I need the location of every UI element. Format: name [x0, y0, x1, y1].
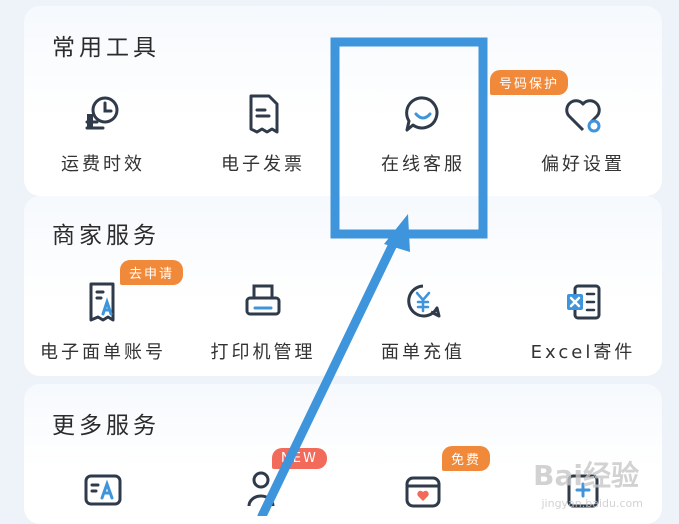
watermark-url: jingyan.baidu.com: [541, 497, 643, 510]
tool-label: 在线客服: [381, 154, 465, 175]
tool-online-service[interactable]: 在线客服: [348, 92, 498, 176]
waybill-account-icon: [89, 282, 115, 322]
tool-label: Excel寄件: [530, 342, 636, 363]
tool-id-card[interactable]: [28, 468, 178, 512]
chat-service-icon: [405, 96, 439, 132]
printer-icon: [245, 284, 281, 316]
excel-icon: [567, 284, 601, 320]
section-title-merchant-services: 商家服务: [52, 223, 160, 249]
heart-settings-icon: [565, 99, 601, 133]
tool-freight-time[interactable]: 运费时效: [28, 92, 178, 176]
merchant-services-card: 商家服务 电子面单账号 去申请 打印机管理 面单充值 Excel寄件: [24, 196, 662, 376]
id-card-icon: [84, 474, 122, 506]
tool-label: 面单充值: [381, 342, 465, 363]
tool-waybill-account[interactable]: 电子面单账号: [28, 280, 178, 364]
tool-printer-management[interactable]: 打印机管理: [188, 280, 338, 364]
section-title-more-services: 更多服务: [52, 413, 160, 439]
person-icon: [247, 471, 275, 507]
badge-apply[interactable]: 去申请: [120, 260, 184, 285]
tool-e-invoice[interactable]: 电子发票: [188, 92, 338, 176]
tool-label: 电子发票: [221, 154, 305, 175]
tool-label: 运费时效: [61, 154, 145, 175]
invoice-icon: [249, 94, 279, 134]
tool-label: 电子面单账号: [40, 342, 166, 363]
gift-box-icon: [405, 476, 441, 508]
watermark-logo: Bai经验: [533, 459, 639, 492]
badge-free: 免费: [442, 446, 491, 471]
badge-number-protection: 号码保护: [490, 70, 569, 95]
common-tools-card: 常用工具 运费时效 电子发票 在线客服 偏好设置 号码保护: [24, 6, 662, 196]
tool-label: 打印机管理: [210, 342, 316, 363]
tool-preferences[interactable]: 偏好设置: [508, 92, 658, 176]
recharge-icon: [407, 284, 441, 318]
badge-new: NEW: [272, 448, 327, 469]
tool-waybill-recharge[interactable]: 面单充值: [348, 280, 498, 364]
tool-gift-box[interactable]: [348, 468, 498, 512]
clock-freight-icon: [85, 96, 119, 130]
tool-excel-shipping[interactable]: Excel寄件: [508, 280, 658, 364]
tool-label: 偏好设置: [541, 154, 625, 175]
tool-person[interactable]: [188, 468, 338, 512]
section-title-common-tools: 常用工具: [52, 35, 160, 61]
